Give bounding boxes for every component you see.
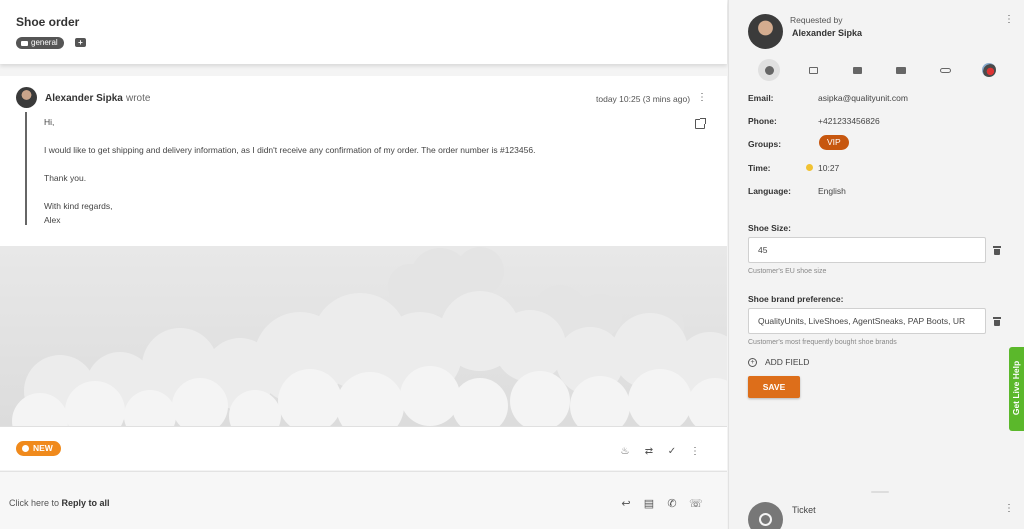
link-icon[interactable]: [934, 59, 956, 81]
save-button[interactable]: SAVE: [748, 376, 800, 398]
more-vert-icon[interactable]: ⋮: [1004, 15, 1014, 25]
more-vert-icon[interactable]: ⋮: [690, 447, 700, 457]
ticket-section-label: Ticket: [792, 505, 816, 515]
language-label: Language:: [748, 186, 791, 196]
shoe-brand-help: Customer's most frequently bought shoe b…: [748, 339, 897, 346]
transfer-icon[interactable]: ⇄: [644, 447, 654, 457]
delete-icon[interactable]: [993, 246, 1001, 255]
reply-all-link[interactable]: Reply to all: [62, 498, 110, 508]
email-value[interactable]: asipka@qualityunit.com: [818, 93, 908, 103]
delete-icon[interactable]: [993, 317, 1001, 326]
shoe-brand-label: Shoe brand preference:: [748, 294, 844, 304]
message-author: Alexander Sipka: [45, 93, 123, 104]
app-icon[interactable]: [978, 59, 1000, 81]
priority-fire-icon[interactable]: ♨: [620, 447, 630, 457]
calendar-icon[interactable]: [802, 59, 824, 81]
message-line: Alex: [44, 215, 61, 225]
requester-name[interactable]: Alexander Sipka: [792, 28, 862, 38]
ticket-main-area: Shoe order general + Alexander Sipka wro…: [0, 0, 727, 529]
message-line: I would like to get shipping and deliver…: [44, 145, 536, 155]
time-value: 10:27: [818, 163, 840, 173]
status-badge[interactable]: NEW: [16, 441, 61, 456]
message-wrote-label: wrote: [126, 93, 151, 104]
resolve-check-icon[interactable]: ✓: [667, 447, 677, 457]
status-label: NEW: [33, 443, 53, 453]
message-body: Hi, I would like to get shipping and del…: [44, 115, 535, 227]
avatar: [16, 87, 37, 108]
contact-panel: Requested by Alexander Sipka ⋮ Email: as…: [728, 0, 1024, 529]
ticket-section: Ticket ⋮: [729, 496, 1024, 529]
message-card: Alexander Sipka wrote today 10:25 (3 min…: [0, 76, 727, 246]
avatar: [748, 14, 783, 49]
groups-label: Groups:: [748, 139, 782, 149]
call-list-icon[interactable]: ☏: [689, 498, 703, 510]
message-line: Thank you.: [44, 173, 87, 183]
reply-prefix: Click here to: [9, 498, 62, 508]
add-circle-icon: +: [748, 357, 757, 367]
open-external-icon[interactable]: [695, 118, 706, 129]
ticket-title: Shoe order: [16, 15, 80, 29]
live-help-button[interactable]: Get Live Help: [1009, 347, 1024, 431]
add-tag-icon[interactable]: +: [75, 38, 86, 47]
add-field-button[interactable]: + ADD FIELD: [748, 357, 809, 367]
more-vert-icon[interactable]: ⋮: [1004, 504, 1014, 514]
add-field-label: ADD FIELD: [765, 357, 810, 367]
clouds-background: [0, 246, 727, 426]
message-line: Hi,: [44, 117, 55, 127]
language-value: English: [818, 186, 846, 196]
email-label: Email:: [748, 93, 774, 103]
time-label: Time:: [748, 163, 771, 173]
reply-prompt[interactable]: Click here to Reply to all: [9, 498, 110, 508]
contact-tabs: [729, 59, 1024, 81]
requested-by-label: Requested by: [790, 15, 843, 25]
quote-bar: [25, 112, 27, 225]
shoe-brand-field[interactable]: QualityUnits, LiveShoes, AgentSneaks, PA…: [748, 308, 986, 334]
status-bar: NEW ♨ ⇄ ✓ ⋮: [0, 426, 727, 470]
ticket-info-icon: [748, 502, 783, 529]
shoe-size-help: Customer's EU shoe size: [748, 268, 827, 275]
message-timestamp: today 10:25 (3 mins ago): [596, 94, 691, 104]
reply-bar[interactable]: Click here to Reply to all ↩ ▤ ✆ ☏: [0, 471, 727, 529]
note-icon[interactable]: ▤: [643, 498, 655, 510]
phone-label: Phone:: [748, 116, 777, 126]
folder-icon: [21, 40, 28, 46]
more-vert-icon[interactable]: ⋮: [697, 93, 707, 103]
mail-icon[interactable]: [890, 59, 912, 81]
live-help-label: Get Live Help: [1011, 360, 1021, 416]
ticket-icon[interactable]: [846, 59, 868, 81]
shoe-size-field[interactable]: 45: [748, 237, 986, 263]
tag-label: general: [31, 38, 58, 47]
contact-icon[interactable]: [758, 59, 780, 81]
time-status-icon: [806, 164, 813, 171]
group-badge: VIP: [819, 135, 849, 150]
ticket-header: Shoe order general +: [0, 0, 727, 64]
resize-handle[interactable]: [871, 491, 889, 493]
tag-general[interactable]: general: [16, 37, 64, 49]
status-dot-icon: [22, 445, 29, 452]
phone-value[interactable]: +421233456826: [818, 116, 880, 126]
reply-icon[interactable]: ↩: [620, 498, 632, 510]
call-icon[interactable]: ✆: [666, 498, 678, 510]
shoe-size-label: Shoe Size:: [748, 223, 791, 233]
message-line: With kind regards,: [44, 201, 113, 211]
